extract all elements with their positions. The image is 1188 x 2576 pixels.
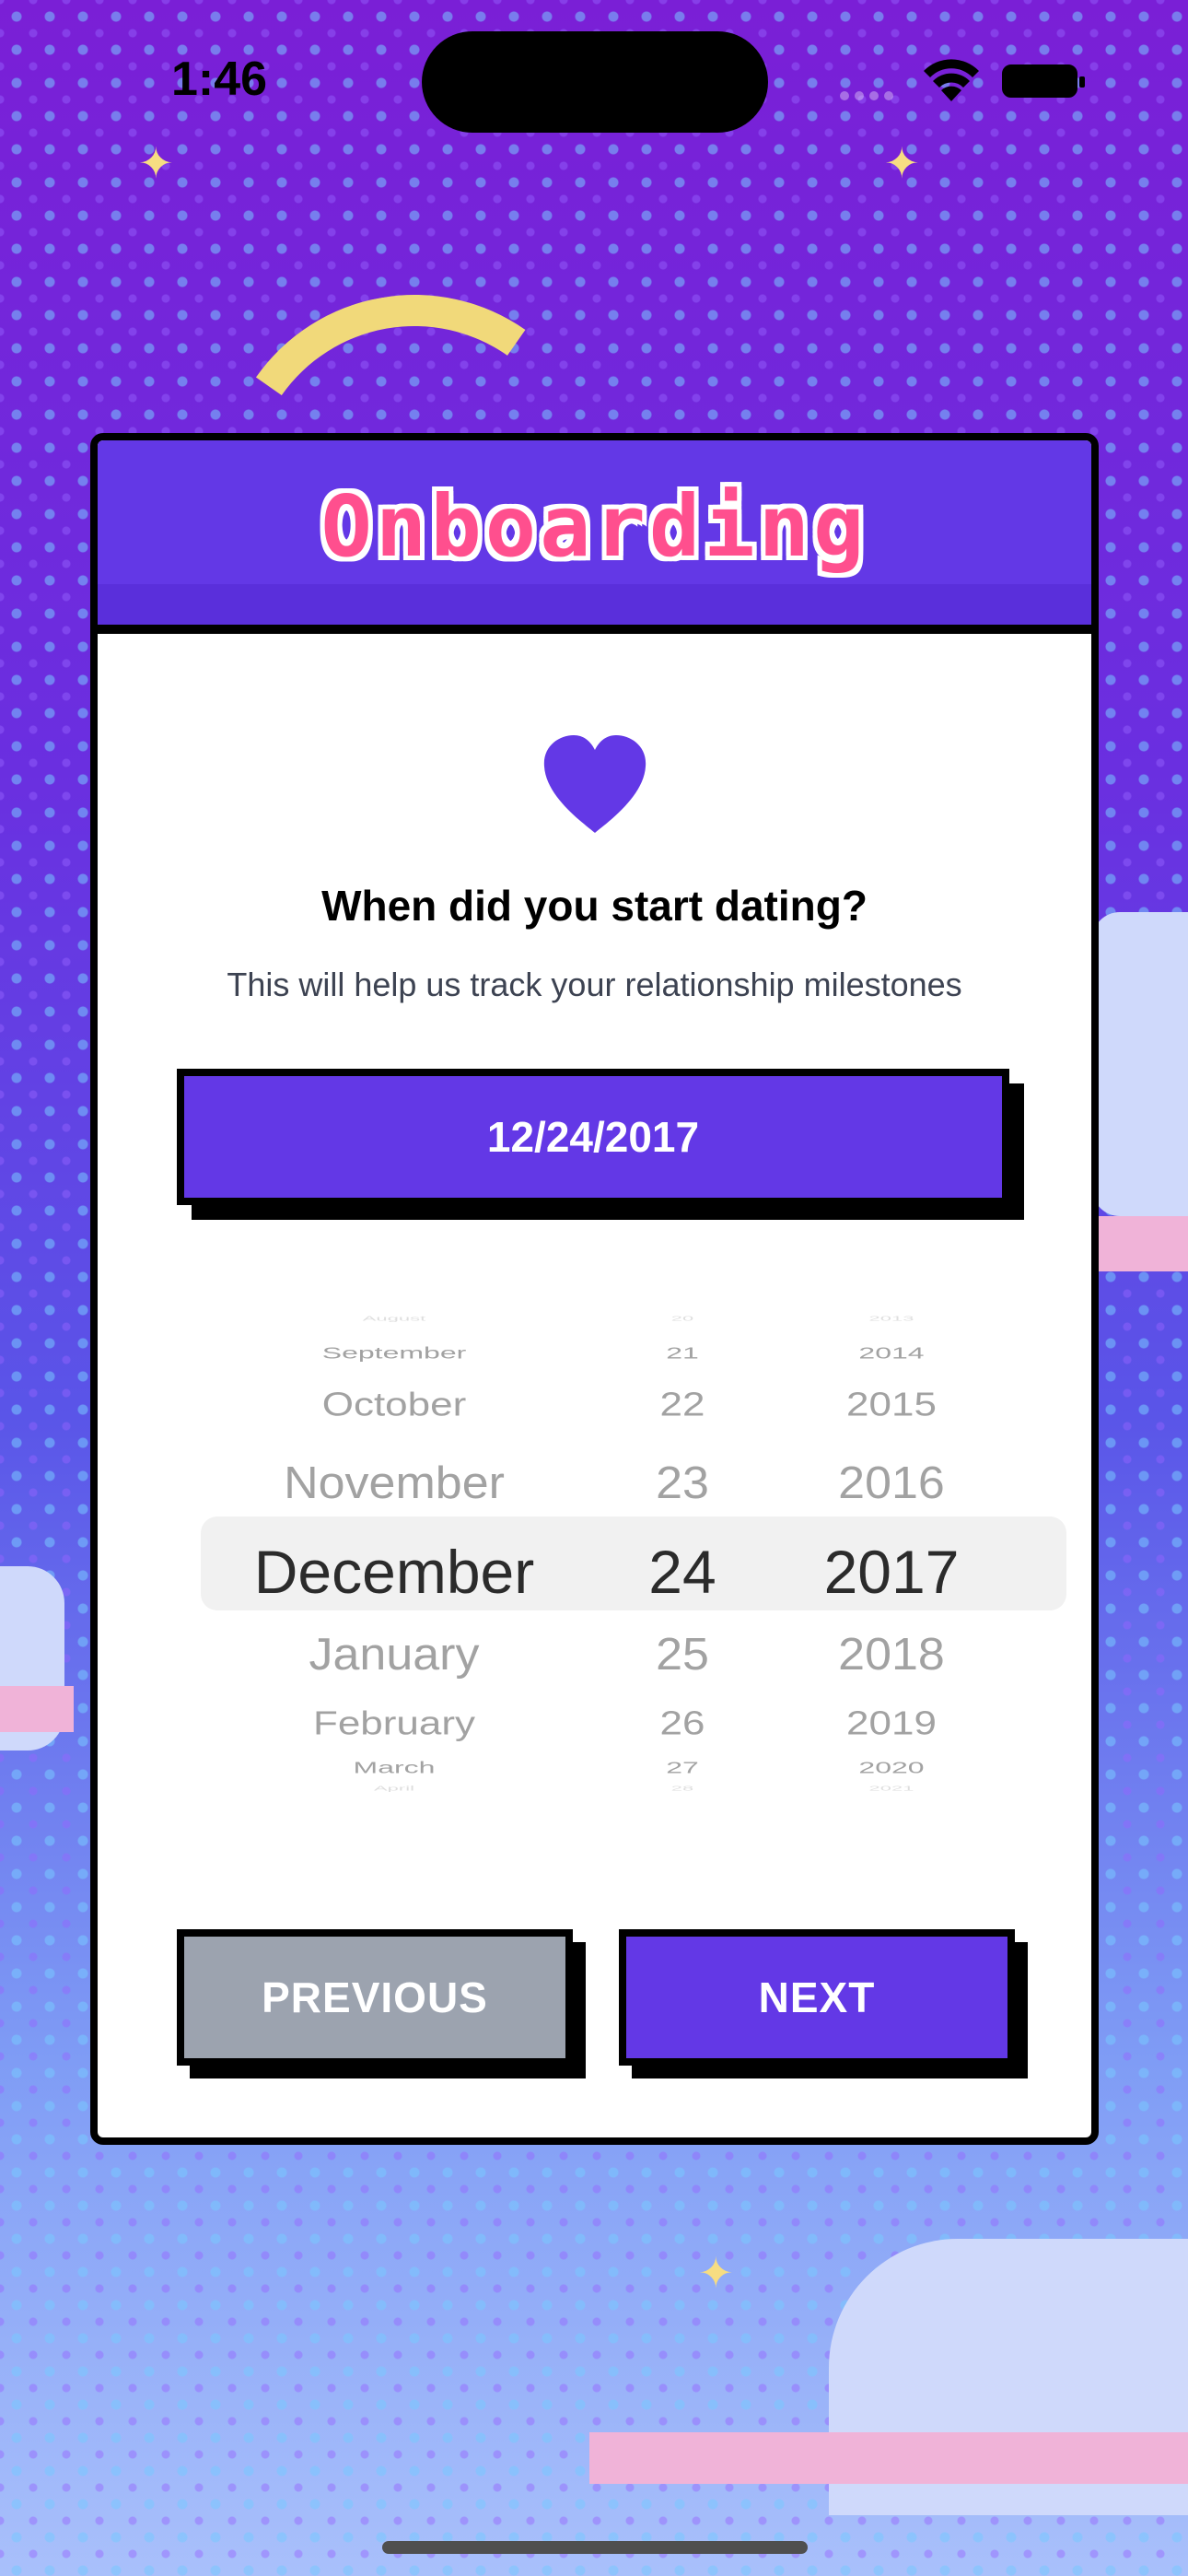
dynamic-island — [422, 31, 768, 133]
picker-month-option[interactable]: December — [238, 1537, 551, 1607]
question-subtitle: This will help us track your relationshi… — [227, 966, 962, 1003]
cloud-icon — [1092, 1216, 1188, 1271]
wifi-icon — [924, 59, 979, 101]
picker-year-option[interactable]: 2016 — [799, 1458, 984, 1510]
picker-year-option[interactable]: 2018 — [799, 1629, 984, 1681]
picker-day-option[interactable]: 22 — [632, 1387, 733, 1424]
page-title: Onboarding — [320, 477, 868, 576]
picker-year-option[interactable]: 2019 — [799, 1705, 984, 1743]
signal-icon — [840, 88, 904, 100]
cloud-icon — [589, 2432, 1188, 2484]
home-indicator[interactable] — [382, 2541, 808, 2554]
card-header: Onboarding — [98, 440, 1091, 634]
picker-month-option[interactable]: November — [238, 1458, 551, 1510]
picker-month-option[interactable]: February — [238, 1705, 551, 1743]
picker-year-column[interactable]: 2013 2014 2015 2016 2017 2018 2019 2020 2021 — [799, 1314, 984, 1792]
sparkle-icon: ✦ — [698, 2248, 734, 2298]
picker-day-option[interactable]: 24 — [632, 1537, 733, 1607]
battery-icon — [1002, 64, 1085, 98]
picker-day-option[interactable]: 23 — [632, 1458, 733, 1510]
onboarding-card: Onboarding When did you start dating? Th… — [90, 433, 1099, 2145]
picker-month-option[interactable]: March — [238, 1758, 551, 1776]
picker-year-option[interactable]: 2014 — [799, 1343, 984, 1362]
cloud-icon — [1092, 912, 1188, 1216]
picker-year-option[interactable]: 2013 — [799, 1314, 984, 1322]
picker-day-option[interactable]: 26 — [632, 1705, 733, 1743]
date-wheel-picker[interactable]: August September October November December Ja… — [201, 1314, 1066, 1792]
picker-day-option[interactable]: 20 — [632, 1314, 733, 1322]
picker-month-option[interactable]: August — [238, 1314, 551, 1322]
picker-month-option[interactable]: October — [238, 1387, 551, 1424]
status-bar: 1:46 — [0, 0, 1188, 157]
picker-year-option[interactable]: 2021 — [799, 1784, 984, 1792]
picker-year-option[interactable]: 2015 — [799, 1387, 984, 1424]
picker-month-column[interactable]: August September October November December Ja… — [238, 1314, 551, 1792]
previous-button[interactable]: PREVIOUS — [177, 1929, 573, 2066]
picker-day-option[interactable]: 27 — [632, 1758, 733, 1776]
question-heading: When did you start dating? — [321, 882, 868, 930]
picker-day-column[interactable]: 20 21 22 23 24 25 26 27 28 — [632, 1314, 733, 1792]
picker-month-option[interactable]: September — [238, 1343, 551, 1362]
picker-day-option[interactable]: 21 — [632, 1343, 733, 1362]
heart-icon — [543, 735, 646, 833]
cloud-icon — [0, 1686, 74, 1732]
picker-month-option[interactable]: April — [238, 1784, 551, 1792]
status-time: 1:46 — [171, 53, 268, 106]
picker-day-option[interactable]: 25 — [632, 1629, 733, 1681]
picker-year-option[interactable]: 2020 — [799, 1758, 984, 1776]
picker-year-option[interactable]: 2017 — [799, 1537, 984, 1607]
picker-month-option[interactable]: January — [238, 1629, 551, 1681]
selected-date-field[interactable]: 12/24/2017 — [177, 1069, 1009, 1205]
next-button[interactable]: NEXT — [619, 1929, 1015, 2066]
picker-day-option[interactable]: 28 — [632, 1784, 733, 1792]
